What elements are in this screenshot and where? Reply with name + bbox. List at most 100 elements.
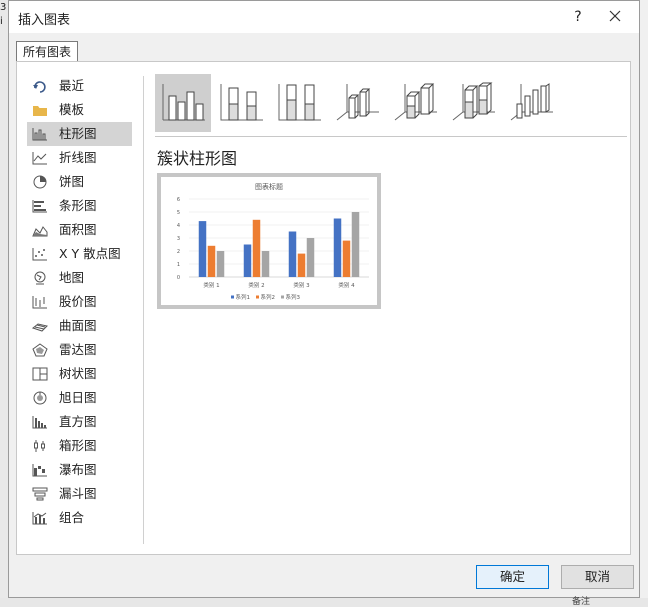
- chart-bar: [351, 212, 360, 277]
- category-label: 漏斗图: [59, 486, 97, 501]
- 3d-clustered-column-icon: [336, 84, 379, 121]
- category-item[interactable]: 柱形图: [27, 122, 132, 146]
- chart-bar: [288, 231, 297, 277]
- combo-chart-icon: [32, 512, 47, 525]
- chart-bar: [297, 253, 306, 277]
- chart-bar: [207, 245, 216, 277]
- notes-label[interactable]: 备注: [572, 598, 590, 607]
- category-label: 股价图: [59, 294, 97, 309]
- legend-swatch: [231, 295, 234, 299]
- help-button[interactable]: ?: [566, 6, 590, 28]
- category-label: 雷达图: [59, 342, 97, 357]
- chart-preview[interactable]: 图表标题 0 1 2 3 4 5 6 类别 1 类别 2 类别 3 类别 4 系列1 系列2 系列3: [157, 173, 381, 309]
- chart-bar: [216, 251, 225, 277]
- surface-chart-icon: [32, 323, 48, 332]
- chart-bar: [333, 218, 342, 277]
- chart-subtype[interactable]: [271, 74, 327, 132]
- chart-subtype[interactable]: [155, 74, 211, 132]
- area-chart-icon: [32, 226, 48, 237]
- category-label: 模板: [59, 102, 85, 117]
- y-tick-label: 1: [177, 262, 180, 268]
- waterfall-chart-icon: [32, 464, 47, 477]
- category-item[interactable]: 地图: [27, 266, 132, 290]
- chart-subtype[interactable]: [387, 74, 443, 132]
- category-label: 箱形图: [59, 438, 97, 453]
- 3d-column-icon: [510, 83, 553, 121]
- y-tick-label: 2: [177, 249, 180, 255]
- y-tick-label: 0: [177, 275, 180, 281]
- y-tick-label: 4: [177, 223, 180, 229]
- line-chart-icon: [32, 152, 47, 165]
- x-tick-label: 类别 1: [203, 281, 219, 289]
- column-chart-icon: [32, 128, 47, 141]
- background-fragment: i: [0, 16, 3, 27]
- dialog-title: 插入图表: [18, 13, 71, 28]
- insert-chart-dialog: 插入图表 ? 所有图表 最近模板柱形图折线图饼图条形图面积图 X Y 散点图地图股…: [8, 0, 640, 598]
- category-item[interactable]: 条形图: [27, 194, 132, 218]
- chart-title: 图表标题: [255, 182, 283, 191]
- category-label: 面积图: [59, 222, 97, 237]
- dialog-titlebar: 插入图表 ?: [9, 1, 639, 33]
- chart-subtype[interactable]: [213, 74, 269, 132]
- chart-bar: [261, 251, 270, 277]
- category-item[interactable]: 直方图: [27, 410, 132, 434]
- category-item[interactable]: 最近: [27, 74, 132, 98]
- radar-chart-icon: [32, 343, 48, 357]
- sunburst-chart-icon: [33, 391, 47, 405]
- category-label: 折线图: [59, 150, 97, 165]
- category-label: 旭日图: [59, 390, 97, 405]
- category-label: X Y 散点图: [59, 246, 121, 261]
- chart-subtype[interactable]: [503, 74, 559, 132]
- x-tick-label: 类别 3: [293, 281, 310, 289]
- category-item[interactable]: 树状图: [27, 362, 132, 386]
- cancel-button[interactable]: 取消: [561, 565, 634, 589]
- 3d-percent-stacked-column-icon: [452, 82, 495, 121]
- 3d-stacked-column-icon: [394, 83, 437, 121]
- percent-stacked-column-icon: [278, 84, 321, 121]
- chart-subtype[interactable]: [445, 74, 501, 132]
- category-item[interactable]: 模板: [27, 98, 132, 122]
- tab-all-charts[interactable]: 所有图表: [16, 41, 79, 61]
- chart-bar: [252, 219, 261, 277]
- chart-bar: [243, 244, 252, 277]
- divider: [143, 76, 144, 544]
- category-label: 最近: [59, 78, 85, 93]
- category-item[interactable]: 旭日图: [27, 386, 132, 410]
- category-item[interactable]: 漏斗图: [27, 482, 132, 506]
- bar-chart-icon: [32, 200, 47, 213]
- category-item[interactable]: 箱形图: [27, 434, 132, 458]
- category-label: 条形图: [59, 198, 97, 213]
- category-label: 饼图: [59, 174, 85, 189]
- stock-chart-icon: [32, 296, 47, 309]
- category-item[interactable]: 饼图: [27, 170, 132, 194]
- chart-subtype[interactable]: [329, 74, 385, 132]
- category-item[interactable]: 雷达图: [27, 338, 132, 362]
- background-fragment: 3: [0, 2, 7, 13]
- chart-bar: [198, 221, 207, 277]
- chart-content-panel: 最近模板柱形图折线图饼图条形图面积图 X Y 散点图地图股价图曲面图雷达图树状图旭…: [16, 61, 631, 555]
- ok-button[interactable]: 确定: [476, 565, 549, 589]
- funnel-chart-icon: [32, 487, 48, 501]
- subtype-title: 簇状柱形图: [157, 149, 238, 168]
- legend-entry: 系列3: [286, 293, 301, 301]
- category-item[interactable]: X Y 散点图: [27, 242, 132, 266]
- background-statusbar: [0, 598, 648, 607]
- category-item[interactable]: 曲面图: [27, 314, 132, 338]
- x-tick-label: 类别 2: [248, 281, 264, 289]
- category-item[interactable]: 面积图: [27, 218, 132, 242]
- category-item[interactable]: 瀑布图: [27, 458, 132, 482]
- category-item[interactable]: 组合: [27, 506, 132, 530]
- chart-bar: [306, 238, 315, 277]
- legend-entry: 系列2: [261, 293, 276, 301]
- treemap-chart-icon: [32, 367, 48, 381]
- divider: [155, 136, 627, 137]
- category-item[interactable]: 折线图: [27, 146, 132, 170]
- x-tick-label: 类别 4: [338, 281, 355, 289]
- category-item[interactable]: 股价图: [27, 290, 132, 314]
- scatter-chart-icon: [32, 248, 47, 261]
- category-label: 瀑布图: [59, 462, 97, 477]
- close-button[interactable]: [603, 4, 627, 28]
- y-tick-label: 3: [177, 236, 180, 242]
- template-folder-icon: [33, 106, 47, 116]
- histogram-chart-icon: [32, 416, 47, 429]
